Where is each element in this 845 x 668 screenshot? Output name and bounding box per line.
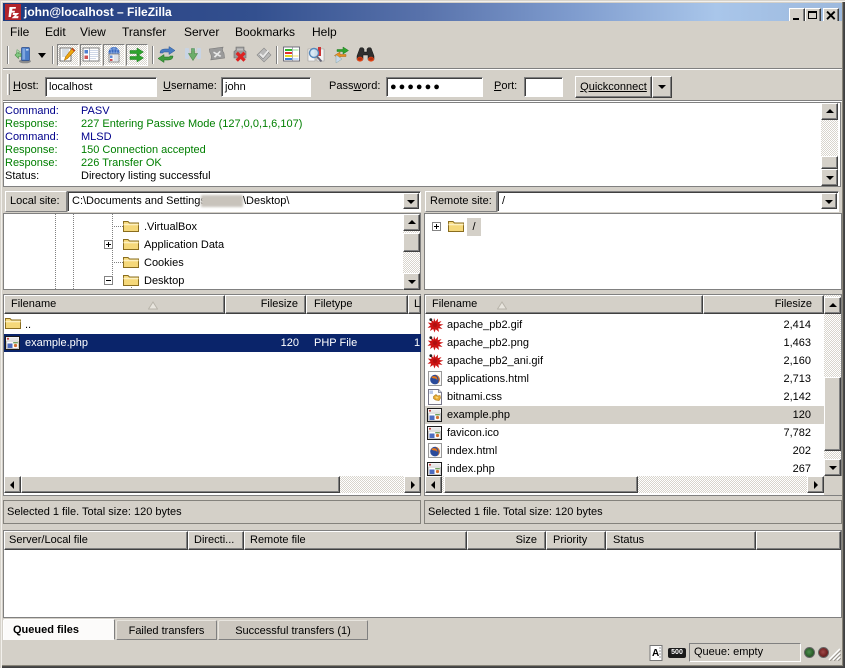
svg-text:A: A [652, 648, 659, 659]
